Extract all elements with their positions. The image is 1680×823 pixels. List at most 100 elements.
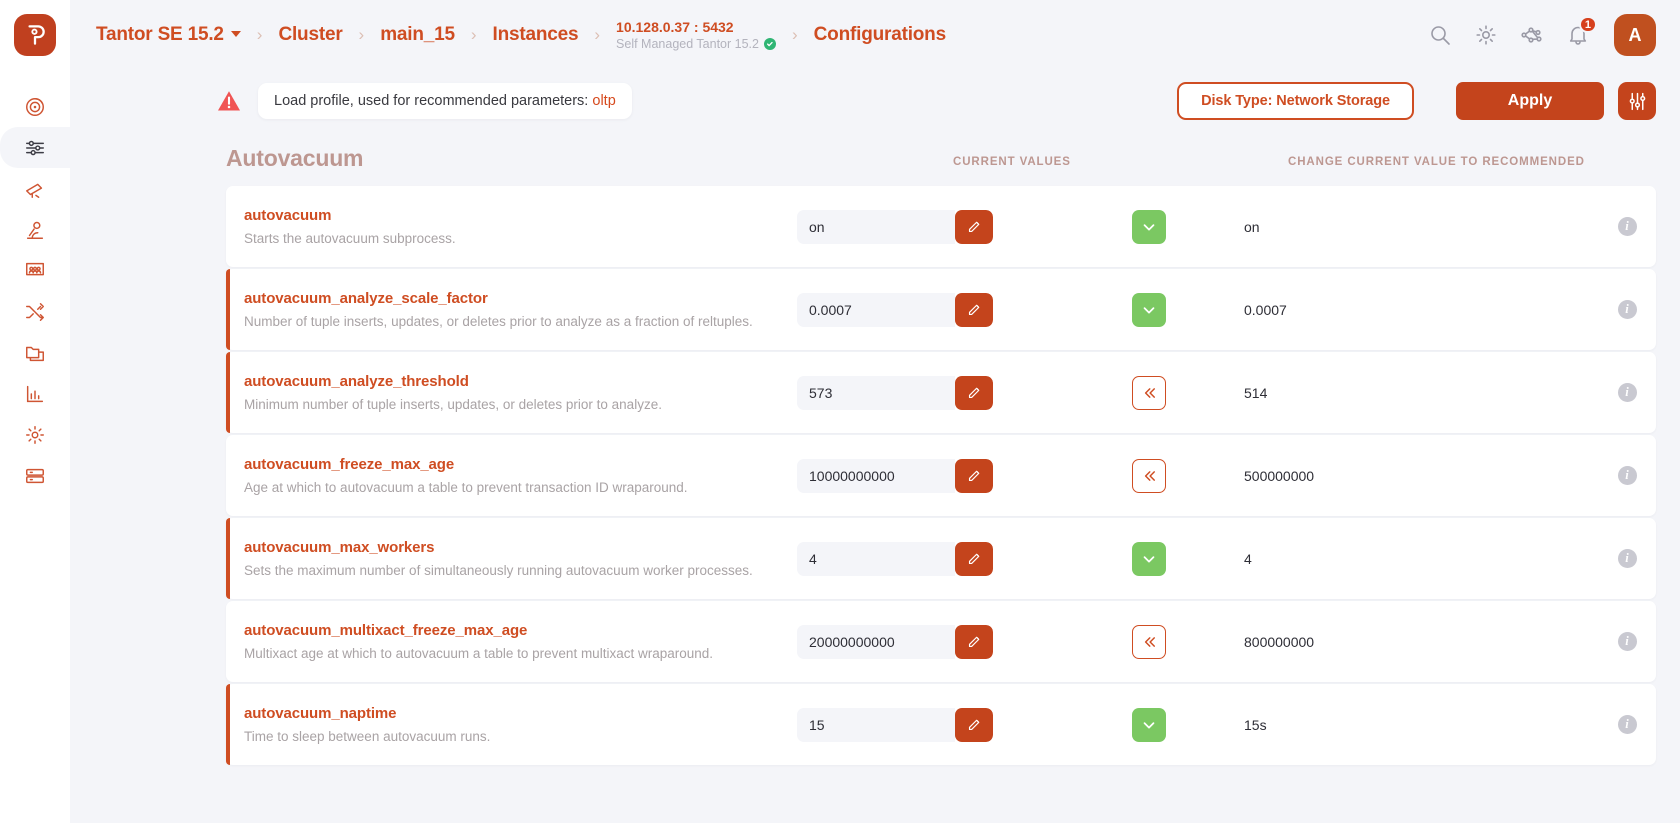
info-icon[interactable]: i <box>1617 383 1637 402</box>
table-row: autovacuum Starts the autovacuum subproc… <box>226 186 1656 267</box>
edit-value-button[interactable] <box>955 624 993 659</box>
info-icon[interactable]: i <box>1617 466 1637 485</box>
load-profile-pill: Load profile, used for recommended param… <box>258 83 632 119</box>
disk-type-button[interactable]: Disk Type: Network Storage <box>1177 82 1414 120</box>
sidebar-item-diagnostics[interactable] <box>0 209 70 250</box>
edit-value-button[interactable] <box>955 375 993 410</box>
edit-value-button[interactable] <box>955 541 993 576</box>
current-value-input[interactable] <box>797 707 955 742</box>
help-cell: i <box>1598 383 1656 402</box>
folders-icon <box>26 346 44 361</box>
bell-icon[interactable]: 1 <box>1566 16 1597 47</box>
current-value-input[interactable] <box>797 541 955 576</box>
chevron-down-icon <box>1143 223 1155 230</box>
info-icon[interactable]: i <box>1617 217 1637 236</box>
database-icon <box>26 468 44 483</box>
telescope-icon <box>26 183 43 198</box>
logo-glyph-icon <box>28 25 45 45</box>
gear-icon[interactable] <box>1474 23 1498 47</box>
accept-recommended-button[interactable] <box>1132 707 1166 742</box>
current-value-input[interactable] <box>797 624 955 659</box>
sidebar-item-databases[interactable] <box>0 455 70 496</box>
parameter-name[interactable]: autovacuum_naptime <box>244 705 797 722</box>
current-value-cell <box>797 541 1132 576</box>
row-info: autovacuum_max_workers Sets the maximum … <box>226 539 797 578</box>
sidebar-item-sessions[interactable] <box>0 250 70 291</box>
sidebar-item-settings[interactable] <box>0 414 70 455</box>
search-glyph-icon <box>1431 26 1450 45</box>
table-row: autovacuum_naptime Time to sleep between… <box>226 684 1656 765</box>
chevron-down-icon <box>1143 555 1155 562</box>
parameter-description: Age at which to autovacuum a table to pr… <box>244 480 688 495</box>
current-value-cell <box>797 707 1132 742</box>
edit-value-button[interactable] <box>955 292 993 327</box>
pencil-icon <box>968 304 979 316</box>
parameters-list: autovacuum Starts the autovacuum subproc… <box>70 172 1680 823</box>
breadcrumb-item-configurations[interactable]: Configurations <box>814 24 946 46</box>
recommended-value: 514 <box>1244 384 1268 401</box>
pencil-icon <box>968 221 979 233</box>
revert-to-recommended-button[interactable] <box>1132 624 1166 659</box>
current-value-input[interactable] <box>797 292 955 327</box>
avatar[interactable]: A <box>1614 14 1656 56</box>
revert-to-recommended-button[interactable] <box>1132 375 1166 410</box>
accept-recommended-button[interactable] <box>1132 541 1166 576</box>
parameter-description: Sets the maximum number of simultaneousl… <box>244 563 753 578</box>
page-section-title: Autovacuum <box>226 145 364 171</box>
sidebar-item-monitoring[interactable] <box>0 168 70 209</box>
breadcrumb-item-version[interactable]: Tantor SE 15.2 <box>96 24 241 46</box>
gear-icon <box>26 425 44 444</box>
section-header-inner: Autovacuum CURRENT VALUES CHANGE CURRENT… <box>226 138 1656 172</box>
parameter-name[interactable]: autovacuum <box>244 207 797 224</box>
host-subtitle-wrap: Self Managed Tantor 15.2 <box>616 37 776 51</box>
current-value-cell <box>797 209 1132 244</box>
sidebar-item-dashboard[interactable] <box>0 86 70 127</box>
row-info: autovacuum Starts the autovacuum subproc… <box>226 207 797 246</box>
parameter-name[interactable]: autovacuum_multixact_freeze_max_age <box>244 622 797 639</box>
edit-value-button[interactable] <box>955 209 993 244</box>
parameter-name[interactable]: autovacuum_analyze_scale_factor <box>244 290 797 307</box>
current-value-input[interactable] <box>797 209 955 244</box>
sidebar-item-files[interactable] <box>0 332 70 373</box>
sidebar-item-reports[interactable] <box>0 373 70 414</box>
breadcrumb-item-main15[interactable]: main_15 <box>380 24 455 46</box>
help-cell: i <box>1598 217 1656 236</box>
breadcrumb: Tantor SE 15.2 › Cluster › main_15 › Ins… <box>96 19 1428 52</box>
double-chevron-left-icon <box>1144 470 1155 481</box>
edit-value-button[interactable] <box>955 458 993 493</box>
current-value-input[interactable] <box>797 375 955 410</box>
edit-value-button[interactable] <box>955 707 993 742</box>
chevron-down-icon <box>1143 306 1155 313</box>
filter-settings-button[interactable] <box>1618 82 1656 120</box>
search-icon[interactable] <box>1428 23 1452 47</box>
parameter-name[interactable]: autovacuum_freeze_max_age <box>244 456 797 473</box>
revert-to-recommended-button[interactable] <box>1132 458 1166 493</box>
accept-recommended-button[interactable] <box>1132 292 1166 327</box>
info-icon[interactable]: i <box>1617 549 1637 568</box>
accept-recommended-button[interactable] <box>1132 209 1166 244</box>
parameter-name[interactable]: autovacuum_analyze_threshold <box>244 373 797 390</box>
sidebar-item-configurations[interactable] <box>0 127 70 168</box>
parameter-name[interactable]: autovacuum_max_workers <box>244 539 797 556</box>
breadcrumb-item-cluster[interactable]: Cluster <box>278 24 342 46</box>
users-board-icon <box>26 262 44 275</box>
parameter-description: Starts the autovacuum subprocess. <box>244 231 456 246</box>
info-icon[interactable]: i <box>1617 715 1637 734</box>
host-subtitle: Self Managed Tantor 15.2 <box>616 37 759 51</box>
sidebar-item-tasks[interactable] <box>0 291 70 332</box>
recommended-value: 4 <box>1244 550 1252 567</box>
row-info: autovacuum_multixact_freeze_max_age Mult… <box>226 622 797 661</box>
current-value-input[interactable] <box>797 458 955 493</box>
info-icon[interactable]: i <box>1617 632 1637 651</box>
apply-button[interactable]: Apply <box>1456 82 1604 120</box>
breadcrumb-item-instances[interactable]: Instances <box>493 24 579 46</box>
sliders-filter-icon <box>1629 92 1645 110</box>
action-bar: Load profile, used for recommended param… <box>70 70 1680 124</box>
current-value-cell <box>797 375 1132 410</box>
info-icon[interactable]: i <box>1617 300 1637 319</box>
network-graph-icon[interactable] <box>1520 23 1544 47</box>
breadcrumb-separator: › <box>470 24 477 44</box>
breadcrumb-item-host[interactable]: 10.128.0.37 : 5432 Self Managed Tantor 1… <box>616 19 776 52</box>
tantor-logo[interactable] <box>14 14 56 56</box>
column-header-current-values: CURRENT VALUES <box>953 156 1071 168</box>
